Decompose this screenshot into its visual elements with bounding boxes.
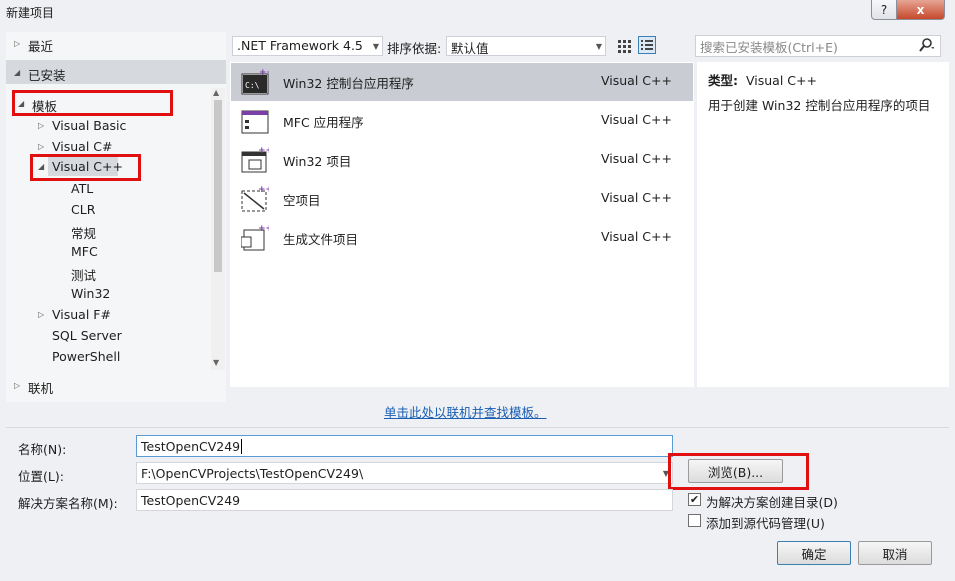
framework-select[interactable]: .NET Framework 4.5 ▼ xyxy=(232,36,383,56)
search-placeholder: 搜索已安装模板(Ctrl+E) xyxy=(700,40,838,55)
template-row[interactable]: ++ Win32 项目 Visual C++ xyxy=(231,141,693,179)
template-tree xyxy=(6,32,226,402)
location-input[interactable]: F:\OpenCVProjects\TestOpenCV249\ ▼ xyxy=(136,462,673,484)
tree-item-win32[interactable]: Win32 xyxy=(71,286,110,301)
template-language: Visual C++ xyxy=(601,151,672,166)
empty-project-icon: ++ xyxy=(241,185,273,212)
type-row: 类型: Visual C++ xyxy=(708,70,817,89)
svg-text:++: ++ xyxy=(259,69,269,78)
tree-item-visual-fsharp[interactable]: ▷ Visual F# xyxy=(38,307,111,322)
scrollbar-thumb[interactable] xyxy=(214,100,222,272)
dropdown-arrow-icon: ▼ xyxy=(595,42,602,51)
scroll-down-icon[interactable]: ▼ xyxy=(213,358,219,367)
template-name: 空项目 xyxy=(283,193,321,208)
highlight-box-visual-cpp xyxy=(30,154,141,181)
close-button[interactable]: x xyxy=(896,0,945,20)
tree-label: 联机 xyxy=(28,381,54,396)
template-row[interactable]: ++ 生成文件项目 Visual C++ xyxy=(231,219,693,257)
expand-arrow-icon: ▷ xyxy=(14,381,21,390)
tree-item-general[interactable]: 常规 xyxy=(71,223,96,242)
location-value: F:\OpenCVProjects\TestOpenCV249\ xyxy=(141,466,364,481)
create-dir-checkbox[interactable]: ✔ xyxy=(688,493,701,506)
tree-item-sql-server[interactable]: SQL Server xyxy=(52,328,122,343)
template-row[interactable]: MFC 应用程序 Visual C++ xyxy=(231,102,693,140)
list-view-icon[interactable] xyxy=(638,36,656,54)
solution-name-input[interactable]: TestOpenCV249 xyxy=(136,489,673,511)
svg-text:++: ++ xyxy=(258,186,269,195)
highlight-box-browse xyxy=(668,453,809,490)
template-language: Visual C++ xyxy=(601,73,672,88)
online-templates-link[interactable]: 单击此处以联机并查找模板。 xyxy=(384,402,547,421)
name-label: 名称(N): xyxy=(18,442,67,457)
window-title: 新建项目 xyxy=(6,6,55,20)
tree-label: 已安装 xyxy=(28,68,66,83)
framework-value: .NET Framework 4.5 xyxy=(237,38,363,53)
highlight-box-templates xyxy=(12,90,173,116)
template-name: MFC 应用程序 xyxy=(283,115,364,130)
sort-select[interactable]: 默认值 ▼ xyxy=(446,36,606,56)
template-name: Win32 控制台应用程序 xyxy=(283,76,414,91)
template-language: Visual C++ xyxy=(601,112,672,127)
expand-arrow-icon: ▷ xyxy=(38,142,45,151)
tree-item-visual-csharp[interactable]: ▷ Visual C# xyxy=(38,139,113,154)
separator xyxy=(6,427,949,428)
expand-arrow-icon: ▷ xyxy=(38,310,45,319)
ok-button[interactable]: 确定 xyxy=(777,541,851,565)
tree-item-atl[interactable]: ATL xyxy=(71,181,93,196)
console-app-icon: C:\ ++ xyxy=(241,68,274,95)
search-icon[interactable] xyxy=(918,37,935,56)
project-name-input[interactable]: TestOpenCV249 xyxy=(136,435,673,457)
solution-name-value: TestOpenCV249 xyxy=(141,493,241,508)
template-language: Visual C++ xyxy=(601,190,672,205)
search-input[interactable]: 搜索已安装模板(Ctrl+E) xyxy=(695,35,941,57)
svg-text:++: ++ xyxy=(258,225,269,234)
tree-item-installed[interactable]: ◢ 已安装 xyxy=(14,65,66,84)
location-label: 位置(L): xyxy=(18,469,64,484)
makefile-project-icon: ++ xyxy=(240,224,273,251)
svg-text:++: ++ xyxy=(258,147,269,156)
template-row[interactable]: ++ 空项目 Visual C++ xyxy=(231,180,693,218)
win32-project-icon: ++ xyxy=(241,146,273,173)
create-dir-label: 为解决方案创建目录(D) xyxy=(706,495,838,510)
template-name: 生成文件项目 xyxy=(283,232,359,247)
template-language: Visual C++ xyxy=(601,229,672,244)
svg-text:C:\: C:\ xyxy=(245,81,260,90)
template-row[interactable]: C:\ ++ Win32 控制台应用程序 Visual C++ xyxy=(231,63,693,101)
dropdown-arrow-icon: ▼ xyxy=(372,42,379,51)
solution-name-label: 解决方案名称(M): xyxy=(18,496,118,511)
scroll-up-icon[interactable]: ▲ xyxy=(213,88,219,97)
cancel-button[interactable]: 取消 xyxy=(858,541,932,565)
text-caret xyxy=(241,439,243,454)
tree-label: Visual C# xyxy=(52,139,113,154)
tree-label: 最近 xyxy=(28,39,54,54)
sort-value: 默认值 xyxy=(451,41,489,56)
add-scc-label: 添加到源代码管理(U) xyxy=(706,516,825,531)
tree-label: Visual Basic xyxy=(52,118,127,133)
sort-label: 排序依据: xyxy=(387,41,442,56)
tree-item-clr[interactable]: CLR xyxy=(71,202,95,217)
tree-item-powershell[interactable]: PowerShell xyxy=(52,349,120,364)
expand-arrow-icon: ▷ xyxy=(38,121,45,130)
help-button[interactable]: ? xyxy=(871,0,897,20)
tree-label: Visual F# xyxy=(52,307,111,322)
mfc-app-icon xyxy=(241,108,269,134)
tree-item-test[interactable]: 测试 xyxy=(71,265,96,284)
type-value: Visual C++ xyxy=(745,73,817,88)
project-name-value: TestOpenCV249 xyxy=(141,439,241,454)
title-bar xyxy=(0,0,955,26)
tree-item-mfc[interactable]: MFC xyxy=(71,244,98,259)
small-icons-view-icon[interactable] xyxy=(614,36,632,54)
tree-item-online[interactable]: ▷ 联机 xyxy=(14,378,53,397)
type-label: 类型: xyxy=(708,73,738,88)
tree-item-recent[interactable]: ▷ 最近 xyxy=(14,36,53,55)
add-scc-checkbox[interactable] xyxy=(688,514,701,527)
template-description: 用于创建 Win32 控制台应用程序的项目 xyxy=(708,98,931,113)
template-name: Win32 项目 xyxy=(283,154,352,169)
collapse-arrow-icon: ◢ xyxy=(14,68,21,77)
expand-arrow-icon: ▷ xyxy=(14,39,21,48)
tree-item-visual-basic[interactable]: ▷ Visual Basic xyxy=(38,118,126,133)
